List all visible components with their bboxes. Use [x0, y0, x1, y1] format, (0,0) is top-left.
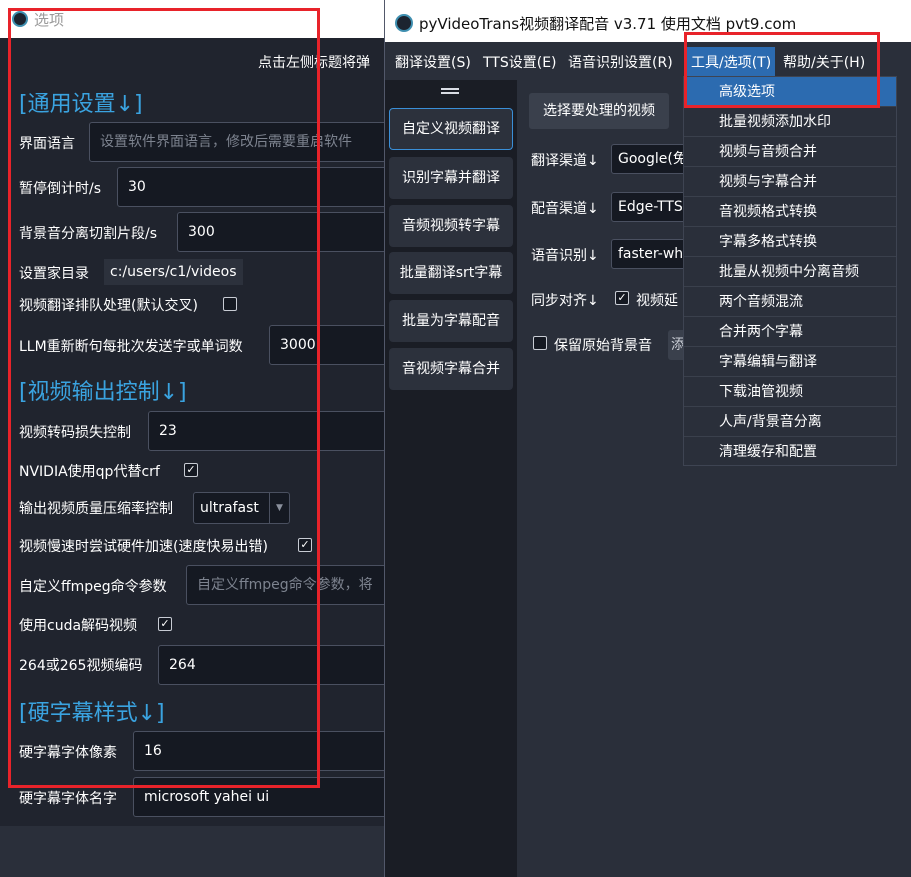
- menu-item-batch-watermark[interactable]: 批量视频添加水印: [684, 107, 896, 137]
- sidebar-item-batch-dubbing[interactable]: 批量为字幕配音: [389, 300, 513, 342]
- menu-item-video-audio-merge[interactable]: 视频与音频合并: [684, 137, 896, 167]
- asr-select[interactable]: faster-wh: [611, 239, 691, 269]
- tools-dropdown-menu: 高级选项 批量视频添加水印 视频与音频合并 视频与字幕合并 音视频格式转换 字幕…: [683, 76, 897, 466]
- menu-item-audio-mix[interactable]: 两个音频混流: [684, 287, 896, 317]
- font-name-label: 硬字幕字体名字: [19, 791, 117, 807]
- menu-tts-settings[interactable]: TTS设置(E): [483, 52, 557, 72]
- sidebar-item-audio-video-to-subtitle[interactable]: 音频视频转字幕: [389, 205, 513, 247]
- sidebar-item-custom-video-translate[interactable]: 自定义视频翻译: [389, 108, 513, 150]
- translate-channel-label: 翻译渠道↓: [531, 153, 599, 169]
- menu-grip-icon[interactable]: [441, 88, 459, 94]
- menu-item-vocal-separation[interactable]: 人声/背景音分离: [684, 407, 896, 437]
- dubbing-channel-select[interactable]: Edge-TTS: [611, 192, 691, 222]
- sidebar-item-recognize-translate[interactable]: 识别字幕并翻译: [389, 157, 513, 199]
- menu-item-av-format-convert[interactable]: 音视频格式转换: [684, 197, 896, 227]
- menu-item-merge-subtitles[interactable]: 合并两个字幕: [684, 317, 896, 347]
- sidebar-item-av-subtitle-merge[interactable]: 音视频字幕合并: [389, 348, 513, 390]
- main-window-title: pyVideoTrans视频翻译配音 v3.71 使用文档 pvt9.com: [419, 15, 797, 33]
- dubbing-channel-label: 配音渠道↓: [531, 201, 599, 217]
- annotation-box-options: [8, 8, 320, 788]
- sidebar: 自定义视频翻译 识别字幕并翻译 音频视频转字幕 批量翻译srt字幕 批量为字幕配…: [385, 80, 517, 877]
- menu-item-subtitle-edit-translate[interactable]: 字幕编辑与翻译: [684, 347, 896, 377]
- keep-bg-label: 保留原始背景音: [554, 338, 652, 354]
- asr-label: 语音识别↓: [531, 248, 599, 264]
- select-video-button[interactable]: 选择要处理的视频: [529, 93, 669, 129]
- annotation-box-tools-menu: [684, 32, 880, 108]
- video-delay-label: 视频延: [636, 293, 678, 309]
- sync-align-label: 同步对齐↓: [531, 293, 599, 309]
- menu-item-subtitle-format-convert[interactable]: 字幕多格式转换: [684, 227, 896, 257]
- app-logo-icon: [395, 14, 413, 32]
- sidebar-item-batch-translate-srt[interactable]: 批量翻译srt字幕: [389, 252, 513, 294]
- keep-bg-checkbox[interactable]: [533, 336, 547, 350]
- menu-item-video-subtitle-merge[interactable]: 视频与字幕合并: [684, 167, 896, 197]
- menu-asr-settings[interactable]: 语音识别设置(R): [568, 52, 673, 72]
- menu-item-download-youtube[interactable]: 下载油管视频: [684, 377, 896, 407]
- translate-channel-select[interactable]: Google(免: [611, 144, 691, 174]
- menu-translate-settings[interactable]: 翻译设置(S): [395, 52, 471, 72]
- options-bottom-bar: [0, 826, 399, 877]
- video-delay-checkbox[interactable]: ✓: [615, 291, 629, 305]
- menu-item-batch-extract-audio[interactable]: 批量从视频中分离音频: [684, 257, 896, 287]
- menu-item-clear-cache[interactable]: 清理缓存和配置: [684, 437, 896, 467]
